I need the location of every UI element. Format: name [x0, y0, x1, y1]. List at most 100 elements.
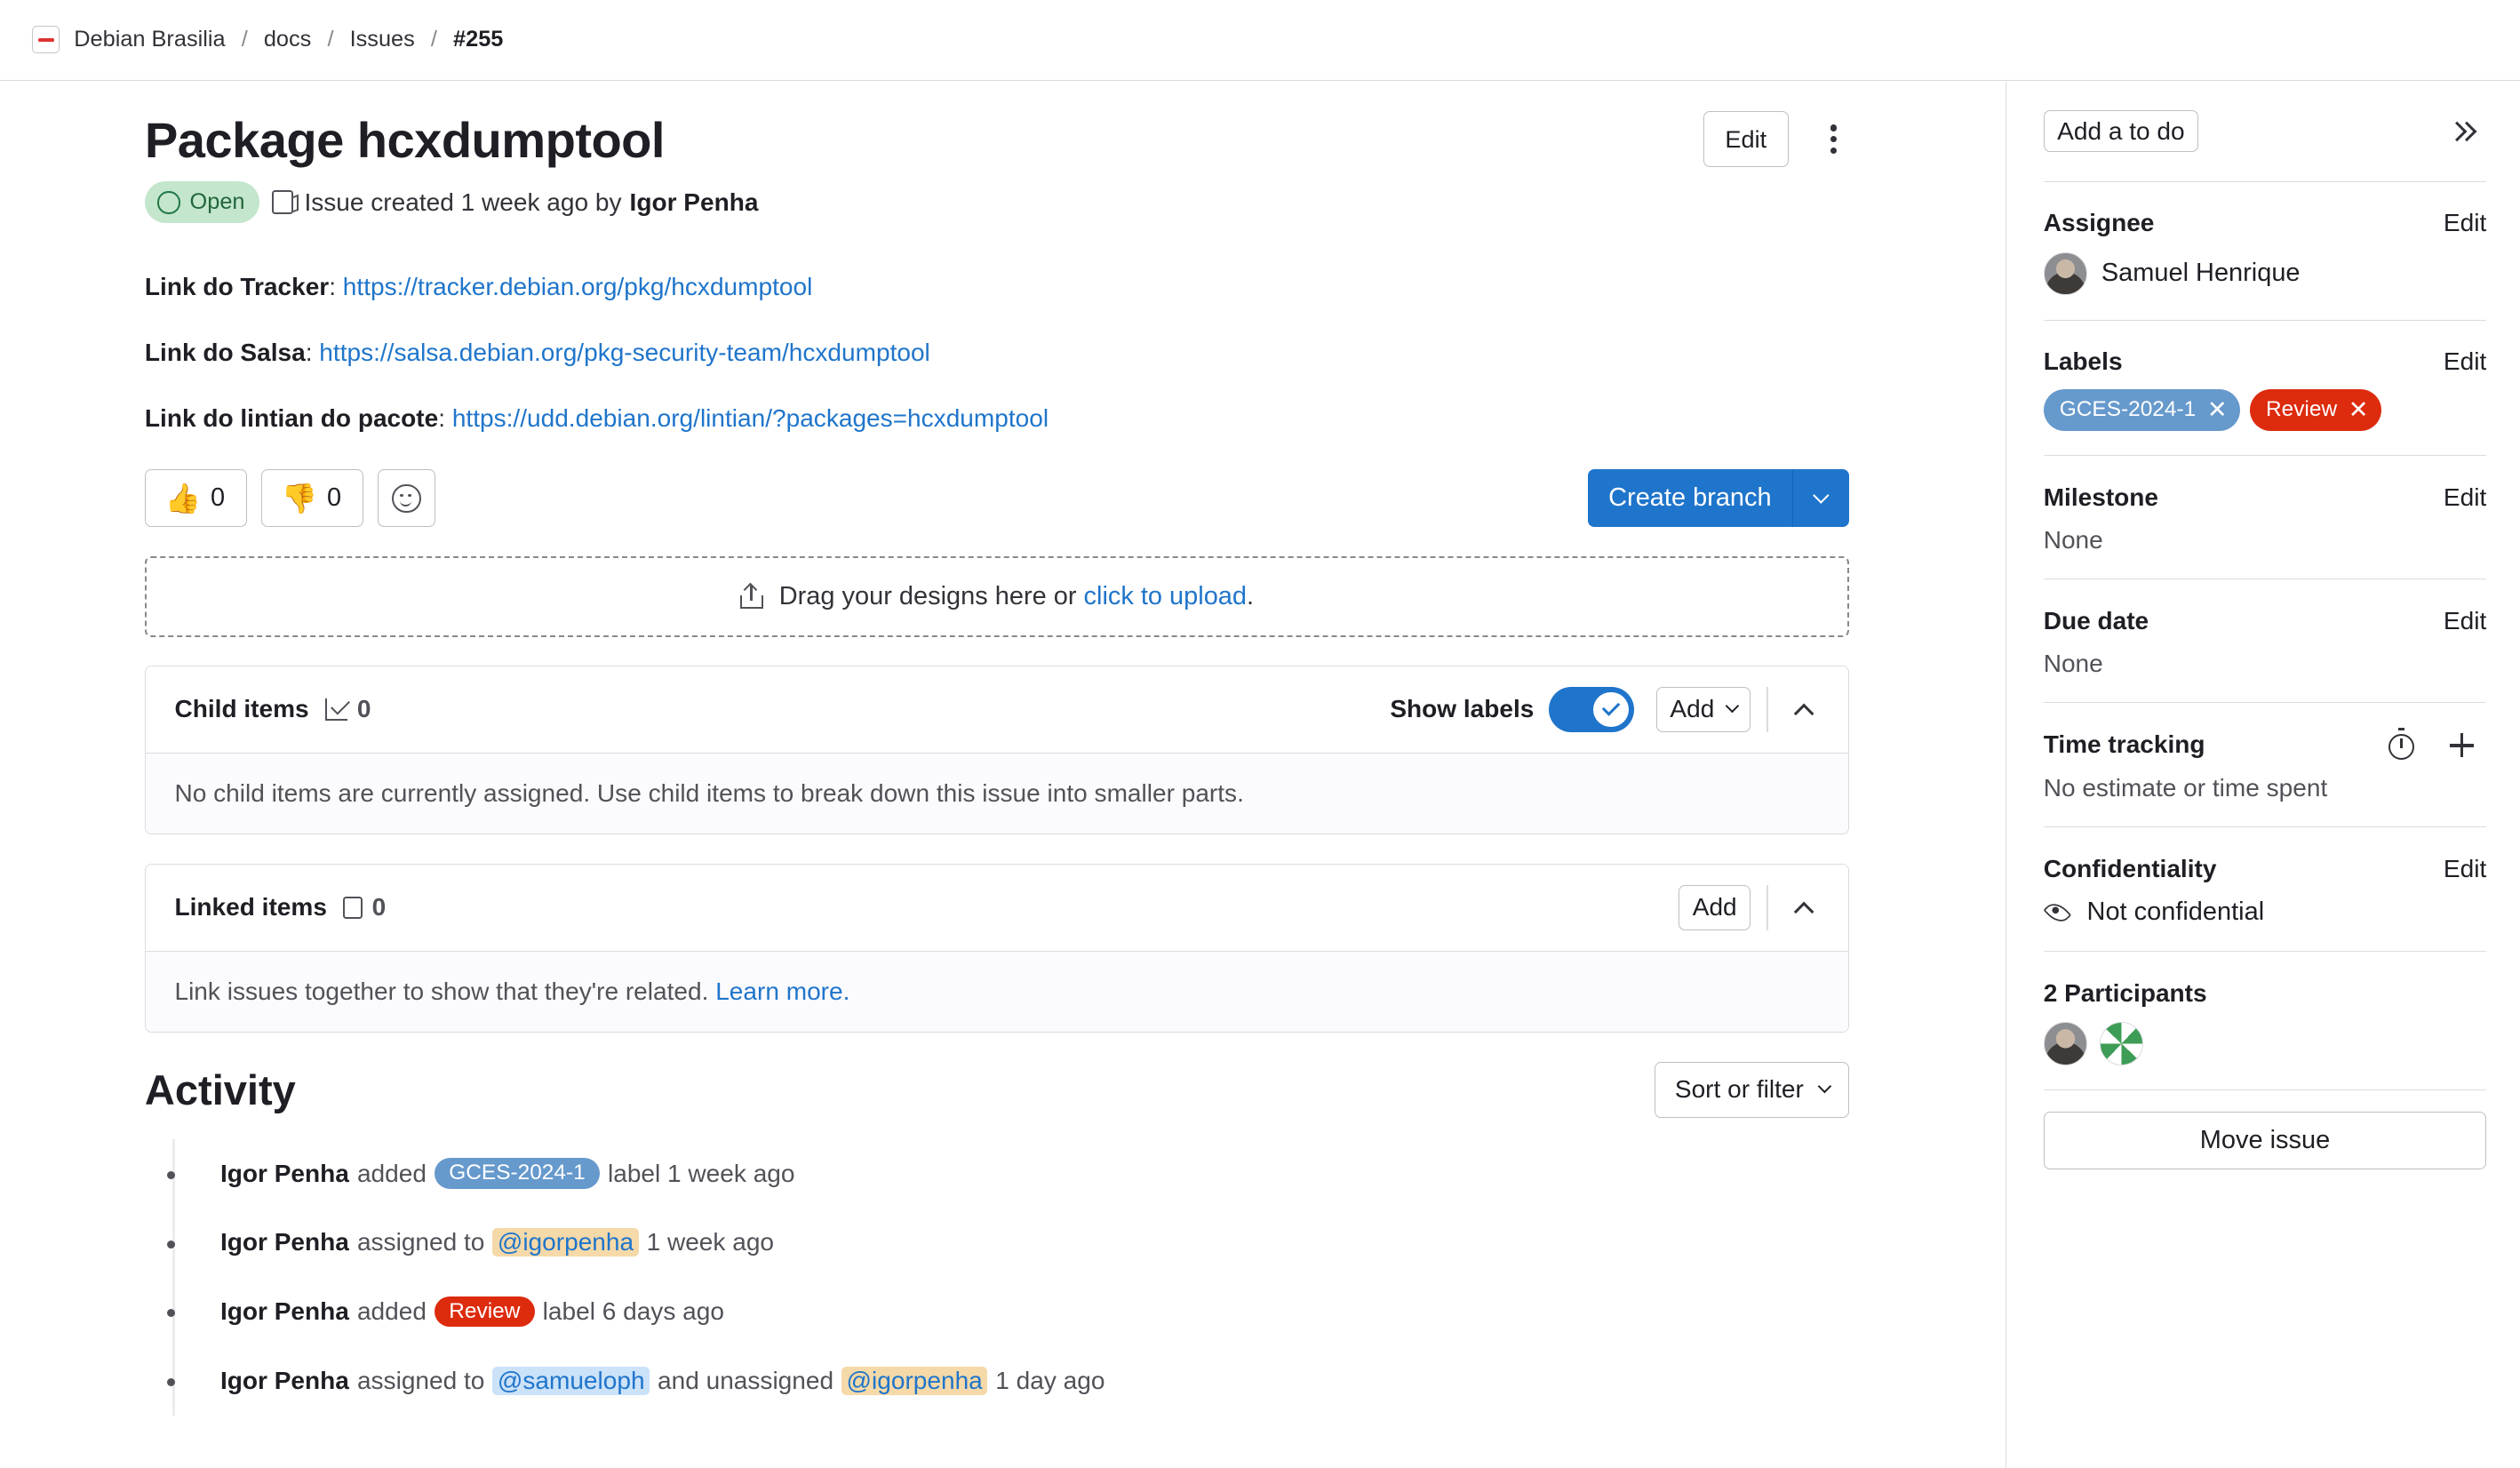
add-time-icon[interactable]	[2449, 732, 2474, 757]
upload-icon	[740, 582, 763, 609]
label-badge[interactable]: GCES-2024-1	[434, 1158, 600, 1189]
child-items-title-wrap: Child items 0	[174, 695, 371, 723]
learn-more-link[interactable]: Learn more.	[715, 977, 849, 1006]
add-todo-button[interactable]: Add a to do	[2043, 110, 2199, 153]
event-middle: and unassigned	[658, 1366, 834, 1394]
edit-assignee-button[interactable]: Edit	[2444, 209, 2486, 237]
author-link[interactable]: Igor Penha	[630, 188, 759, 217]
issue-description: Link do Tracker: https://tracker.debian.…	[145, 272, 1850, 435]
event-author[interactable]: Igor Penha	[220, 1297, 349, 1326]
confidentiality-section: Confidentiality Edit Not confidential	[2043, 827, 2487, 953]
edit-milestone-button[interactable]: Edit	[2444, 483, 2486, 512]
child-items-actions: Show labels Add	[1390, 687, 1820, 732]
due-date-section: Due date Edit None	[2043, 579, 2487, 704]
edit-due-date-button[interactable]: Edit	[2444, 607, 2486, 635]
chevron-down-icon	[1813, 487, 1830, 504]
assignee-name: Samuel Henrique	[2101, 259, 2301, 288]
user-mention[interactable]: @igorpenha	[492, 1228, 639, 1257]
title-actions: Edit	[1703, 110, 1850, 168]
breadcrumb-project[interactable]: Debian Brasilia	[74, 27, 225, 52]
edit-labels-button[interactable]: Edit	[2444, 347, 2486, 376]
stopwatch-icon[interactable]	[2388, 727, 2414, 760]
user-mention[interactable]: @samueloph	[492, 1366, 650, 1395]
thumbs-down-icon: 👎	[281, 482, 318, 515]
event-verb: assigned to	[356, 1366, 485, 1394]
milestone-title: Milestone	[2043, 483, 2159, 511]
edit-confidentiality-button[interactable]: Edit	[2444, 855, 2486, 883]
thumbs-up-button[interactable]: 👍 0	[144, 469, 247, 528]
page: Debian Brasilia / docs / Issues / #255 P…	[0, 0, 2520, 1468]
participants-list	[2043, 1022, 2487, 1066]
move-issue-button[interactable]: Move issue	[2043, 1111, 2487, 1170]
timeline-event: Igor Penha assigned to @samueloph and un…	[167, 1346, 1850, 1416]
breadcrumb-current[interactable]: #255	[453, 27, 503, 52]
description-line: Link do lintian do pacote: https://udd.d…	[144, 404, 1049, 433]
add-child-item-button[interactable]: Add	[1655, 687, 1751, 732]
event-verb: assigned to	[356, 1228, 485, 1257]
assignee-user[interactable]: Samuel Henrique	[2043, 251, 2487, 296]
title-row: Package hcxdumptool Edit	[144, 110, 1850, 169]
create-branch-dropdown[interactable]	[1793, 469, 1850, 528]
label-chip[interactable]: Review ✕	[2249, 388, 2381, 431]
thumbs-down-button[interactable]: 👎 0	[260, 469, 363, 528]
issue-meta: Open Issue created 1 week ago by Igor Pe…	[144, 181, 1850, 224]
linked-items-count-value: 0	[371, 893, 387, 921]
collapse-sidebar-icon[interactable]	[2446, 121, 2477, 142]
create-branch-button[interactable]: Create branch	[1587, 469, 1794, 528]
timeline-event: Igor Penha assigned to @igorpenha 1 week…	[167, 1208, 1850, 1277]
divider	[1766, 687, 1768, 732]
dropzone-text: Drag your designs here or	[778, 581, 1077, 610]
eye-icon	[2043, 898, 2071, 927]
edit-issue-button[interactable]: Edit	[1703, 110, 1789, 168]
participants-title: 2 Participants	[2043, 979, 2207, 1008]
child-items-header: Child items 0 Show labels Add	[145, 666, 1849, 754]
status-badge: Open	[144, 181, 259, 224]
description-label: Link do Salsa	[144, 338, 306, 366]
activity-timeline: Igor Penha added GCES-2024-1 label 1 wee…	[145, 1138, 1850, 1416]
issue-type-icon	[272, 190, 293, 215]
collapse-linked-items-button[interactable]	[1788, 885, 1820, 930]
design-dropzone[interactable]: Drag your designs here or click to uploa…	[144, 556, 1850, 637]
event-author[interactable]: Igor Penha	[220, 1228, 349, 1257]
confidentiality-title: Confidentiality	[2043, 854, 2217, 882]
labels-section: Labels Edit GCES-2024-1 ✕ Review ✕	[2043, 321, 2487, 456]
status-label: Open	[189, 189, 245, 215]
project-logo-icon	[32, 26, 60, 54]
divider	[1766, 884, 1768, 930]
event-author[interactable]: Igor Penha	[220, 1160, 349, 1188]
create-branch-split-button: Create branch	[1587, 469, 1850, 528]
show-labels-toggle[interactable]	[1548, 687, 1634, 732]
awards: 👍 0 👎 0	[144, 469, 436, 528]
event-author[interactable]: Igor Penha	[220, 1367, 349, 1395]
linked-items-header: Linked items 0 Add	[145, 864, 1849, 952]
event-suffix: label 1 week ago	[607, 1159, 795, 1187]
thumbs-up-count: 0	[211, 483, 226, 513]
add-linked-item-button[interactable]: Add	[1679, 884, 1751, 930]
breadcrumb-issues[interactable]: Issues	[350, 27, 415, 52]
avatar	[2043, 251, 2087, 296]
label-badge[interactable]: Review	[434, 1296, 535, 1328]
salsa-link[interactable]: https://salsa.debian.org/pkg-security-te…	[319, 339, 930, 366]
created-text: Issue created 1 week ago by	[304, 187, 622, 216]
collapse-child-items-button[interactable]	[1788, 687, 1820, 732]
remove-label-icon[interactable]: ✕	[2207, 395, 2228, 424]
more-actions-icon[interactable]	[1817, 111, 1849, 167]
label-chip[interactable]: GCES-2024-1 ✕	[2043, 388, 2241, 431]
click-to-upload-link[interactable]: click to upload	[1084, 582, 1247, 611]
remove-label-icon[interactable]: ✕	[2349, 395, 2369, 424]
task-done-icon	[324, 698, 348, 722]
chevron-down-icon	[1817, 1080, 1832, 1094]
sort-filter-button[interactable]: Sort or filter	[1655, 1061, 1850, 1119]
time-tracking-value: No estimate or time spent	[2043, 773, 2328, 802]
lintian-link[interactable]: https://udd.debian.org/lintian/?packages…	[452, 404, 1049, 432]
chevron-up-icon	[1793, 901, 1814, 922]
avatar[interactable]	[2100, 1022, 2143, 1066]
breadcrumb-repo[interactable]: docs	[264, 27, 312, 52]
description-label: Link do lintian do pacote	[144, 404, 439, 433]
user-mention[interactable]: @igorpenha	[841, 1366, 988, 1395]
avatar[interactable]	[2043, 1022, 2087, 1066]
issue-title: Package hcxdumptool	[144, 111, 666, 168]
tracker-link[interactable]: https://tracker.debian.org/pkg/hcxdumpto…	[343, 273, 813, 300]
description-line: Link do Salsa: https://salsa.debian.org/…	[144, 338, 930, 366]
add-reaction-button[interactable]	[377, 469, 436, 528]
